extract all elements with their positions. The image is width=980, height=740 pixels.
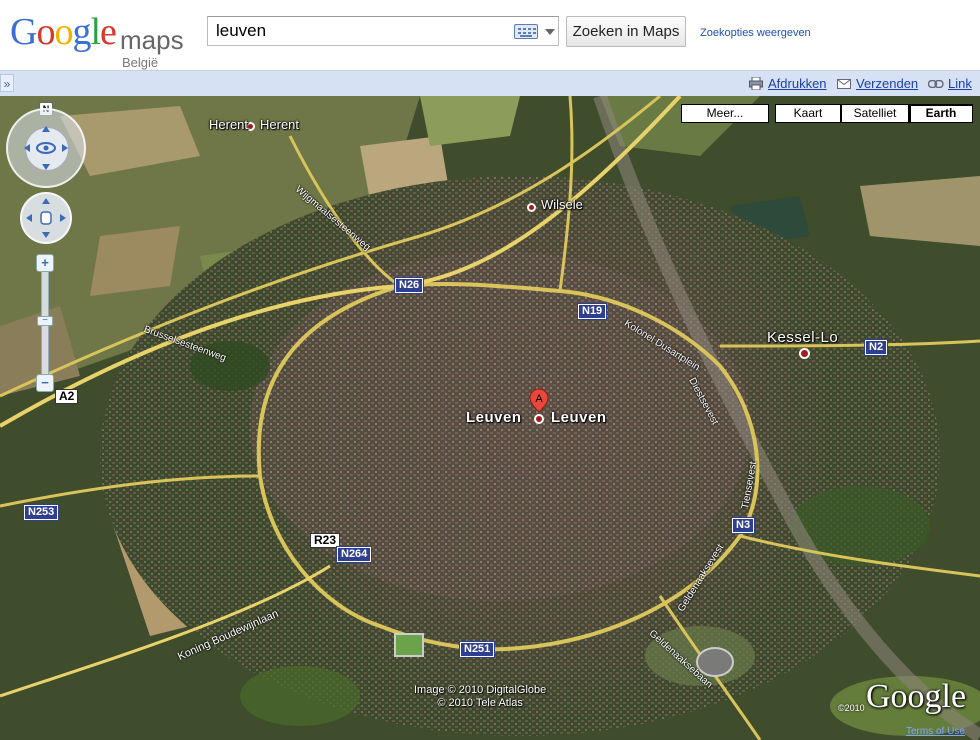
- marker-letter: A: [535, 393, 543, 405]
- map-type-more-button[interactable]: Meer...: [681, 104, 769, 123]
- pan-hand-icon: [26, 198, 66, 238]
- zoom-slider[interactable]: + − −: [36, 254, 54, 392]
- send-link[interactable]: Verzenden: [856, 76, 918, 91]
- logo-country: België: [122, 55, 159, 70]
- eye-icon: [24, 126, 68, 170]
- print-link[interactable]: Afdrukken: [768, 76, 827, 91]
- road-shield-n26: N26: [393, 277, 425, 294]
- zoom-slider-handle[interactable]: −: [37, 316, 53, 326]
- road-shield-n251: N251: [458, 641, 496, 658]
- attribution-line-2: © 2010 Tele Atlas: [437, 697, 523, 709]
- road-shield-n19: N19: [576, 303, 608, 320]
- printer-icon[interactable]: [749, 77, 763, 90]
- search-button[interactable]: Zoeken in Maps: [566, 16, 686, 47]
- place-label-leuven-2: Leuven: [551, 409, 607, 426]
- place-label-herent-2: Herent: [260, 117, 300, 132]
- keyboard-icon[interactable]: [514, 24, 538, 39]
- search-result-marker-icon[interactable]: A: [529, 388, 549, 424]
- imagery-attribution: Image © 2010 DigitalGlobe © 2010 Tele At…: [414, 684, 546, 710]
- link-icon[interactable]: [928, 80, 944, 88]
- road-shield-n253: N253: [22, 504, 60, 521]
- road-shield-n2: N2: [863, 339, 889, 356]
- zoom-in-button[interactable]: +: [36, 254, 54, 272]
- attribution-line-1: Image © 2010 DigitalGlobe: [414, 684, 547, 696]
- toolbar: » Afdrukken Verzenden Link: [0, 70, 980, 96]
- place-label-leuven: Leuven: [466, 409, 522, 426]
- map-type-map-button[interactable]: Kaart: [775, 104, 841, 123]
- pan-control[interactable]: [20, 192, 72, 244]
- google-year: ©2010: [838, 703, 865, 713]
- zoom-out-button[interactable]: −: [36, 374, 54, 392]
- search-options-link[interactable]: Zoekopties weergeven: [700, 27, 811, 39]
- google-maps-logo[interactable]: Google maps België: [10, 11, 190, 70]
- logo-google-text: Google: [10, 11, 117, 53]
- place-marker-kessel-lo: [799, 348, 810, 359]
- terms-of-use-link[interactable]: Terms of Use: [906, 726, 965, 737]
- place-label-kessel-lo: Kessel-Lo: [767, 329, 839, 346]
- mail-icon[interactable]: [837, 79, 851, 89]
- place-label-wilsele: Wilsele: [541, 197, 583, 212]
- map-view[interactable]: Meer... Kaart Satelliet Earth N + − − He…: [0, 96, 980, 740]
- place-label-herent: Herent: [209, 117, 249, 132]
- search-input[interactable]: [208, 17, 516, 45]
- link-link[interactable]: Link: [948, 76, 972, 91]
- google-watermark-logo: Google: [866, 678, 967, 715]
- road-shield-a2: A2: [55, 389, 79, 404]
- road-shield-n264: N264: [335, 546, 373, 563]
- search-box: [207, 16, 559, 46]
- road-shield-n3: N3: [730, 517, 756, 534]
- map-type-earth-button[interactable]: Earth: [909, 104, 973, 123]
- road-shield-r23: R23: [310, 533, 341, 548]
- look-around-control[interactable]: [6, 108, 86, 188]
- place-marker-wilsele: [527, 203, 536, 212]
- logo-maps-text: maps: [120, 25, 184, 55]
- collapse-panel-button[interactable]: »: [0, 74, 14, 92]
- map-type-satellite-button[interactable]: Satelliet: [841, 104, 909, 123]
- chevron-down-icon[interactable]: [545, 29, 555, 35]
- header: Google maps België Zoeken in Maps Zoekop…: [0, 0, 980, 70]
